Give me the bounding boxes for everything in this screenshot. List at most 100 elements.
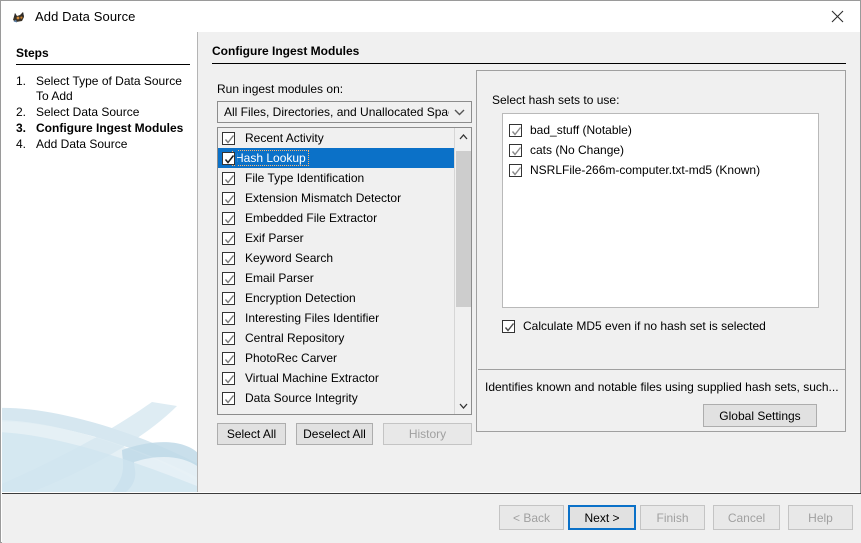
checkbox-checked-icon[interactable] [509,124,522,137]
module-row[interactable]: Interesting Files Identifier [218,308,455,328]
checkbox-checked-icon[interactable] [222,132,235,145]
module-list-scrollbar[interactable] [454,128,471,414]
module-label: Virtual Machine Extractor [245,371,379,385]
content-pane: Configure Ingest Modules Run ingest modu… [198,32,860,492]
module-row[interactable]: Virtual Machine Extractor [218,368,455,388]
settings-divider [478,369,846,370]
steps-divider [16,64,190,65]
step-item-1: 1. Select Type of Data Source To Add [16,74,194,104]
checkbox-checked-icon[interactable] [509,144,522,157]
history-button: History [383,423,472,445]
calculate-md5-label: Calculate MD5 even if no hash set is sel… [523,319,766,333]
step-label: Select Type of Data Source To Add [36,74,194,104]
module-label: Extension Mismatch Detector [245,191,401,205]
checkbox-checked-icon[interactable] [222,332,235,345]
run-ingest-modules-label: Run ingest modules on: [217,82,343,96]
checkbox-checked-icon[interactable] [509,164,522,177]
dialog-footer: < Back Next > Finish Cancel Help [2,493,861,543]
page-title: Configure Ingest Modules [212,44,359,58]
finish-button: Finish [640,505,705,530]
checkbox-checked-icon[interactable] [502,320,515,333]
module-row[interactable]: Email Parser [218,268,455,288]
steps-heading: Steps [16,46,49,60]
steps-list: 1. Select Type of Data Source To Add 2. … [16,74,194,153]
step-number: 4. [16,137,36,152]
step-number: 1. [16,74,36,104]
checkbox-checked-icon[interactable] [222,232,235,245]
checkbox-checked-icon[interactable] [222,372,235,385]
step-label: Add Data Source [36,137,194,152]
next-button[interactable]: Next > [568,505,636,530]
scrollbar-track[interactable] [455,307,472,397]
close-icon[interactable] [815,1,860,32]
module-row[interactable]: Encryption Detection [218,288,455,308]
checkbox-checked-icon[interactable] [222,192,235,205]
module-settings-panel: Select hash sets to use: bad_stuff (Nota… [476,70,846,432]
page-title-divider [212,63,846,64]
autopsy-dog-icon [11,9,27,25]
global-settings-button[interactable]: Global Settings [703,404,817,427]
hash-set-label: cats (No Change) [530,143,624,157]
add-data-source-dialog: Add Data Source Steps 1. Select Type of … [0,0,861,543]
module-label: File Type Identification [245,171,364,185]
checkbox-checked-icon[interactable] [222,152,235,165]
module-label: PhotoRec Carver [245,351,337,365]
module-row[interactable]: Keyword Search [218,248,455,268]
checkbox-checked-icon[interactable] [222,292,235,305]
checkbox-checked-icon[interactable] [222,312,235,325]
checkbox-checked-icon[interactable] [222,252,235,265]
ingest-modules-list[interactable]: Recent Activity Hash Lookup File Type Id… [217,127,472,415]
checkbox-checked-icon[interactable] [222,172,235,185]
scrollbar-thumb[interactable] [456,151,471,307]
step-item-2: 2. Select Data Source [16,105,194,120]
calculate-md5-checkbox-row[interactable]: Calculate MD5 even if no hash set is sel… [502,319,766,333]
scroll-up-icon[interactable] [455,128,472,145]
checkbox-checked-icon[interactable] [222,352,235,365]
hash-sets-label: Select hash sets to use: [492,93,619,107]
hash-set-label: NSRLFile-266m-computer.txt-md5 (Known) [530,163,760,177]
step-label: Configure Ingest Modules [36,121,194,136]
step-label: Select Data Source [36,105,194,120]
deselect-all-button[interactable]: Deselect All [296,423,373,445]
module-row[interactable]: Data Source Integrity [218,388,455,408]
module-label: Embedded File Extractor [245,211,377,225]
chevron-down-icon [449,109,469,116]
select-all-button[interactable]: Select All [217,423,286,445]
module-label: Central Repository [245,331,344,345]
module-row[interactable]: Central Repository [218,328,455,348]
module-row[interactable]: Extension Mismatch Detector [218,188,455,208]
step-number: 2. [16,105,36,120]
module-row[interactable]: PhotoRec Carver [218,348,455,368]
checkbox-checked-icon[interactable] [222,392,235,405]
step-item-4: 4. Add Data Source [16,137,194,152]
run-ingest-scope-select[interactable]: All Files, Directories, and Unallocated … [217,101,472,123]
module-label: Exif Parser [245,231,304,245]
module-row[interactable]: Embedded File Extractor [218,208,455,228]
module-label: Email Parser [245,271,314,285]
run-ingest-scope-value: All Files, Directories, and Unallocated … [224,105,449,119]
hash-set-row[interactable]: NSRLFile-266m-computer.txt-md5 (Known) [509,160,818,180]
help-button: Help [788,505,853,530]
checkbox-checked-icon[interactable] [222,212,235,225]
module-row[interactable]: Hash Lookup [218,148,455,168]
module-label: Encryption Detection [245,291,356,305]
hash-set-row[interactable]: bad_stuff (Notable) [509,120,818,140]
hash-sets-list[interactable]: bad_stuff (Notable) cats (No Change) NSR… [502,113,819,308]
module-row[interactable]: Exif Parser [218,228,455,248]
step-number: 3. [16,121,36,136]
checkbox-checked-icon[interactable] [222,272,235,285]
steps-pane: Steps 1. Select Type of Data Source To A… [2,32,198,492]
hash-set-label: bad_stuff (Notable) [530,123,632,137]
scroll-down-icon[interactable] [455,397,472,414]
cancel-button: Cancel [713,505,780,530]
module-row[interactable]: File Type Identification [218,168,455,188]
module-label: Keyword Search [245,251,333,265]
module-label: Data Source Integrity [245,391,358,405]
module-row[interactable]: Recent Activity [218,128,455,148]
decorative-swoosh-graphic [2,362,198,492]
hash-set-row[interactable]: cats (No Change) [509,140,818,160]
module-label: Recent Activity [245,131,324,145]
back-button: < Back [499,505,564,530]
module-description: Identifies known and notable files using… [485,380,839,395]
module-label: Hash Lookup [233,151,308,165]
